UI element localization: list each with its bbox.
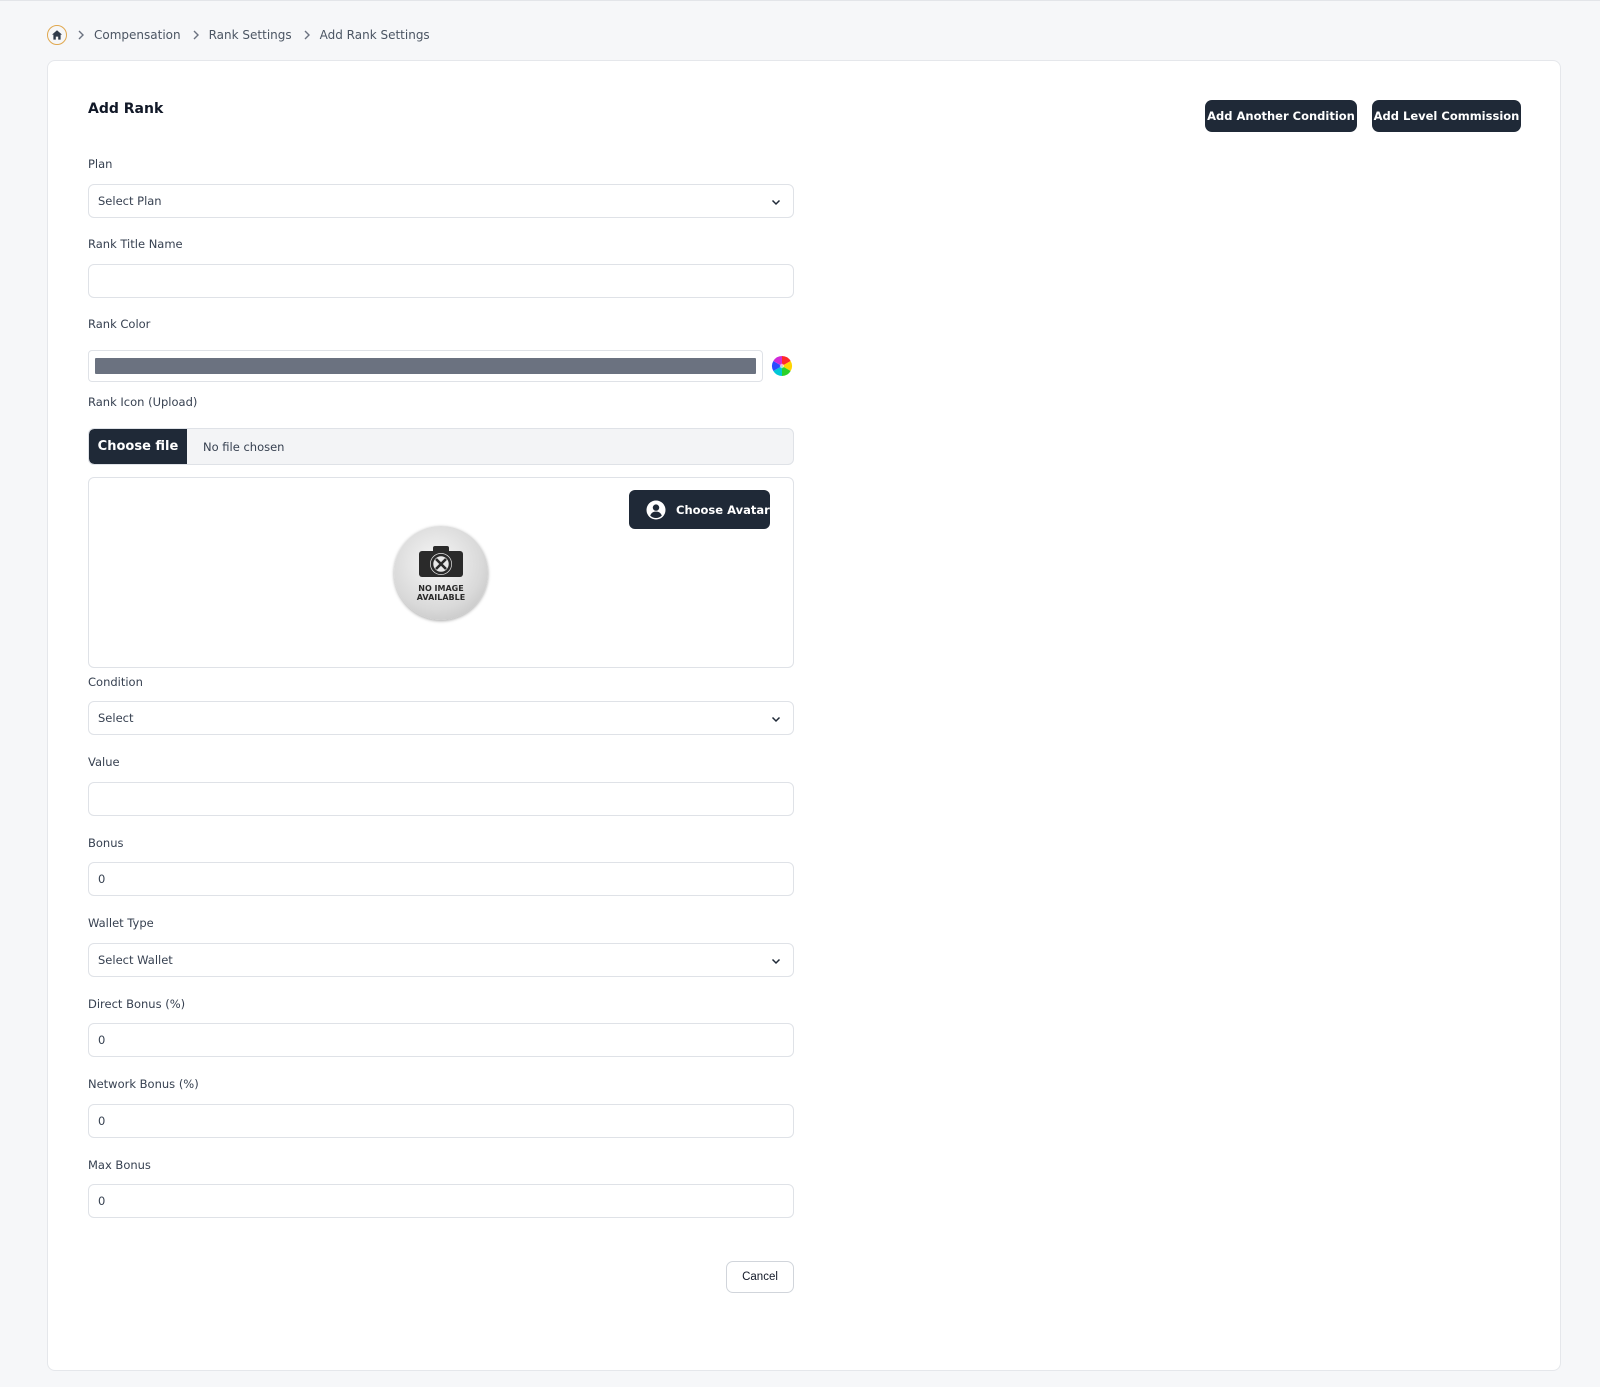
- chevron-down-icon: [770, 713, 782, 725]
- plan-select-value: Select Plan: [98, 194, 162, 208]
- max-bonus-input-value: 0: [98, 1194, 106, 1208]
- network-bonus-input-value: 0: [98, 1114, 106, 1128]
- condition-label: Condition: [88, 675, 143, 689]
- color-wheel-icon[interactable]: [771, 355, 793, 377]
- bonus-input-value: 0: [98, 872, 106, 886]
- top-divider: [0, 0, 1600, 1]
- breadcrumb-add-rank-settings: Add Rank Settings: [319, 28, 430, 42]
- chevron-right-icon: [303, 30, 311, 40]
- network-bonus-label: Network Bonus (%): [88, 1077, 199, 1091]
- user-circle-icon: [646, 500, 666, 520]
- rank-color-label: Rank Color: [88, 317, 151, 331]
- rank-color-input[interactable]: [88, 350, 763, 382]
- choose-file-button[interactable]: Choose file: [89, 429, 187, 464]
- condition-select-value: Select: [98, 711, 134, 725]
- camera-off-icon: [417, 545, 465, 583]
- chevron-right-icon: [192, 30, 200, 40]
- breadcrumb-compensation[interactable]: Compensation: [94, 28, 181, 42]
- wallet-type-select[interactable]: Select Wallet: [88, 943, 794, 977]
- value-input[interactable]: [88, 782, 794, 816]
- add-rank-card: Add Rank Add Another Condition Add Level…: [47, 60, 1561, 1371]
- no-image-placeholder: NO IMAGE AVAILABLE: [394, 526, 488, 620]
- plan-label: Plan: [88, 157, 113, 171]
- cancel-button[interactable]: Cancel: [726, 1261, 794, 1293]
- no-image-text-line2: AVAILABLE: [416, 592, 466, 602]
- wallet-type-label: Wallet Type: [88, 916, 154, 930]
- network-bonus-input[interactable]: 0: [88, 1104, 794, 1138]
- rank-title-label: Rank Title Name: [88, 237, 183, 251]
- value-label: Value: [88, 755, 120, 769]
- breadcrumb: Compensation Rank Settings Add Rank Sett…: [47, 24, 441, 46]
- max-bonus-label: Max Bonus: [88, 1158, 151, 1172]
- direct-bonus-input-value: 0: [98, 1033, 106, 1047]
- file-status-text: No file chosen: [203, 439, 285, 454]
- add-another-condition-button[interactable]: Add Another Condition: [1205, 100, 1357, 132]
- chevron-right-icon: [77, 30, 85, 40]
- breadcrumb-rank-settings[interactable]: Rank Settings: [209, 28, 292, 42]
- wallet-type-select-value: Select Wallet: [98, 953, 173, 967]
- plan-select[interactable]: Select Plan: [88, 184, 794, 218]
- home-icon[interactable]: [47, 25, 67, 45]
- max-bonus-input[interactable]: 0: [88, 1184, 794, 1218]
- condition-select[interactable]: Select: [88, 701, 794, 735]
- bonus-input[interactable]: 0: [88, 862, 794, 896]
- direct-bonus-label: Direct Bonus (%): [88, 997, 186, 1011]
- choose-avatar-label: Choose Avatar: [676, 502, 770, 517]
- rank-color-swatch: [95, 358, 756, 374]
- direct-bonus-input[interactable]: 0: [88, 1023, 794, 1057]
- chevron-down-icon: [770, 196, 782, 208]
- rank-title-input[interactable]: [88, 264, 794, 298]
- rank-icon-file-input[interactable]: Choose file No file chosen: [88, 428, 794, 465]
- page-title: Add Rank: [88, 101, 164, 117]
- avatar-preview-panel: Choose Avatar NO IMAGE AVAILABLE: [88, 477, 794, 668]
- add-level-commission-button[interactable]: Add Level Commission: [1372, 100, 1521, 132]
- rank-icon-label: Rank Icon (Upload): [88, 395, 198, 409]
- bonus-label: Bonus: [88, 836, 124, 850]
- chevron-down-icon: [770, 955, 782, 967]
- no-image-text-line1: NO IMAGE: [418, 583, 464, 593]
- choose-avatar-button[interactable]: Choose Avatar: [629, 490, 770, 529]
